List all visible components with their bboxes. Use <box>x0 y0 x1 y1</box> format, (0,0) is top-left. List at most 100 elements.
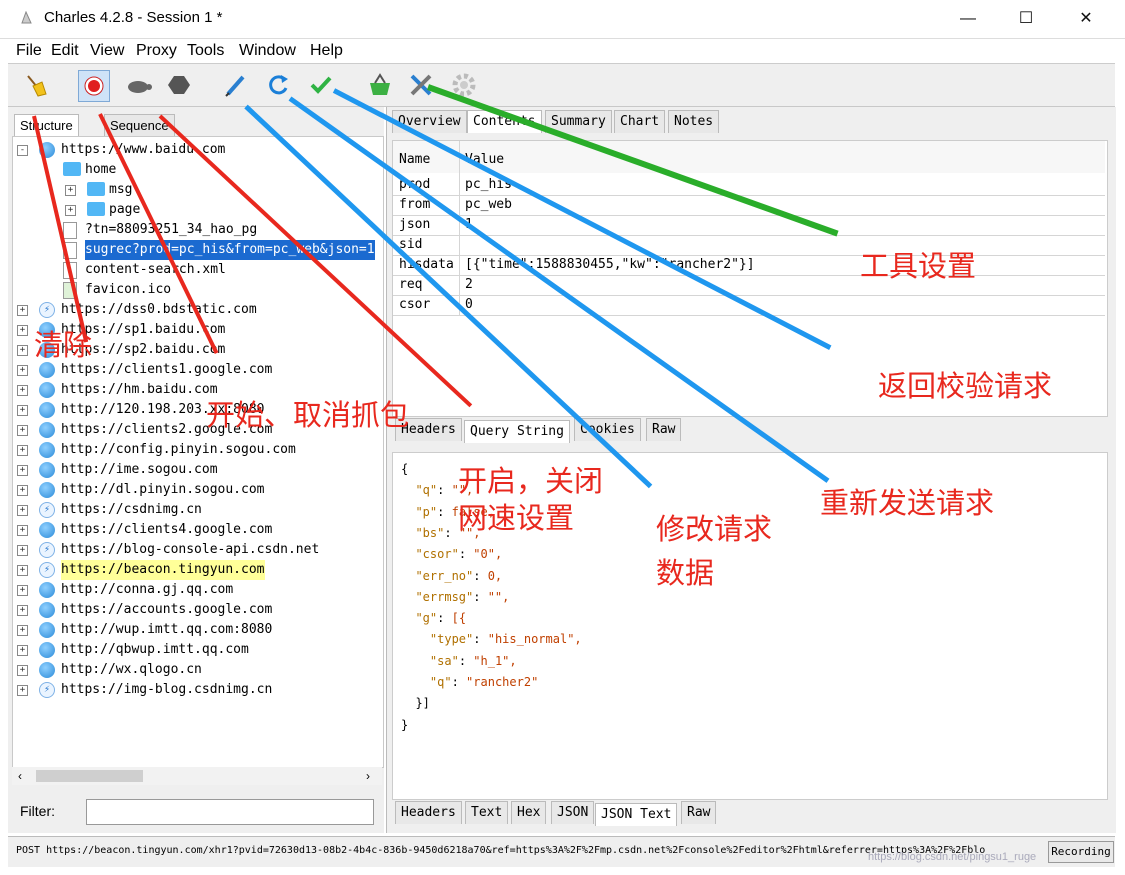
menu-view[interactable]: View <box>90 42 124 60</box>
expand-icon[interactable]: + <box>17 325 28 336</box>
expand-icon[interactable]: + <box>17 445 28 456</box>
globe-icon <box>39 642 55 658</box>
tab-chart[interactable]: Chart <box>614 110 666 133</box>
tree-row[interactable]: + ⚡ https://img-blog.csdnimg.cn <box>13 680 381 700</box>
tree-item-label: http://ime.sogou.com <box>61 462 218 477</box>
minimize-button[interactable]: — <box>945 0 991 38</box>
json-line: "type": "his_normal", <box>429 632 582 647</box>
expand-icon[interactable]: + <box>17 505 28 516</box>
annotation-clear: 清除 <box>34 330 93 362</box>
globe-icon <box>39 522 55 538</box>
filter-input[interactable] <box>86 799 374 825</box>
expand-icon[interactable]: + <box>17 685 28 696</box>
tab-json-text[interactable]: JSON Text <box>595 803 678 826</box>
expand-icon[interactable]: + <box>17 625 28 636</box>
tree-row[interactable]: + https://accounts.google.com <box>13 600 381 620</box>
tree-row[interactable]: + http://ime.sogou.com <box>13 460 381 480</box>
secure-host-icon: ⚡ <box>39 302 55 318</box>
scroll-left-icon[interactable]: ‹ <box>18 769 22 783</box>
expand-icon[interactable]: + <box>17 425 28 436</box>
toolbar <box>8 64 1115 107</box>
compose-pen-icon[interactable] <box>220 70 250 100</box>
tree-row[interactable]: + https://clients4.google.com <box>13 520 381 540</box>
menu-proxy[interactable]: Proxy <box>136 42 177 60</box>
tree-row[interactable]: + http://qbwup.imtt.qq.com <box>13 640 381 660</box>
broom-icon[interactable] <box>20 70 50 100</box>
tab-hex[interactable]: Hex <box>511 801 547 824</box>
expand-icon[interactable]: + <box>17 585 28 596</box>
collapse-icon[interactable]: - <box>17 145 28 156</box>
expand-icon[interactable]: + <box>17 345 28 356</box>
tree-row[interactable]: + http://dl.pinyin.sogou.com <box>13 480 381 500</box>
tree-item-label: https://clients1.google.com <box>61 362 273 377</box>
globe-icon <box>39 602 55 618</box>
expand-icon[interactable]: + <box>17 645 28 656</box>
expand-icon[interactable]: + <box>17 525 28 536</box>
tree-row[interactable]: + http://wup.imtt.qq.com:8080 <box>13 620 381 640</box>
expand-icon[interactable]: + <box>65 205 76 216</box>
expand-icon[interactable]: + <box>17 385 28 396</box>
tab-query-string[interactable]: Query String <box>464 420 570 443</box>
close-button[interactable]: ✕ <box>1063 0 1109 38</box>
expand-icon[interactable]: + <box>17 365 28 376</box>
annotation-edit-request: 修改请求 数据 <box>656 514 773 590</box>
menu-file[interactable]: File <box>16 42 42 60</box>
annotation-tools: 工具设置 <box>860 251 977 283</box>
tab-json[interactable]: JSON <box>551 801 595 824</box>
tree-row[interactable]: + http://wx.qlogo.cn <box>13 660 381 680</box>
tab-structure[interactable]: Structure <box>14 114 79 137</box>
tree-row[interactable]: + ⚡ https://blog-console-api.csdn.net <box>13 540 381 560</box>
expand-icon[interactable]: + <box>17 545 28 556</box>
expand-icon[interactable]: + <box>17 665 28 676</box>
tree-row[interactable]: + ⚡ https://beacon.tingyun.com <box>13 560 381 580</box>
menu-bar: File Edit View Proxy Tools Window Help <box>8 39 1115 64</box>
expand-icon[interactable]: + <box>17 485 28 496</box>
expand-icon[interactable]: + <box>17 565 28 576</box>
repeat-icon[interactable] <box>263 70 293 100</box>
secure-host-icon: ⚡ <box>39 562 55 578</box>
scroll-thumb[interactable] <box>36 770 143 782</box>
secure-host-icon: ⚡ <box>39 682 55 698</box>
tab-response-headers[interactable]: Headers <box>395 801 462 824</box>
menu-help[interactable]: Help <box>310 42 343 60</box>
json-line: "csor": "0", <box>415 547 503 562</box>
expand-icon[interactable]: + <box>17 605 28 616</box>
tree-item-label: http://config.pinyin.sogou.com <box>61 442 296 457</box>
maximize-button[interactable]: ☐ <box>1003 0 1049 38</box>
param-name: json <box>399 217 431 232</box>
json-line: "errmsg": "", <box>415 589 510 604</box>
menu-window[interactable]: Window <box>239 42 296 60</box>
tree-item-label: home <box>85 162 117 177</box>
breakpoint-icon[interactable] <box>164 70 194 100</box>
tree-row[interactable]: + http://conna.gj.qq.com <box>13 580 381 600</box>
menu-edit[interactable]: Edit <box>51 42 79 60</box>
tab-response-raw[interactable]: Raw <box>681 801 717 824</box>
validate-check-icon[interactable] <box>306 70 336 100</box>
expand-icon[interactable]: + <box>17 465 28 476</box>
expand-icon[interactable]: + <box>65 185 76 196</box>
param-name: req <box>399 277 423 292</box>
globe-icon <box>39 622 55 638</box>
tree-item-label: http://conna.gj.qq.com <box>61 582 234 597</box>
tree-row[interactable]: + http://config.pinyin.sogou.com <box>13 440 381 460</box>
tree-row[interactable]: + page <box>13 200 381 220</box>
basket-icon[interactable] <box>365 70 395 100</box>
record-icon[interactable] <box>78 70 110 102</box>
status-text: POST https://beacon.tingyun.com/xhr1?pvi… <box>16 845 986 856</box>
tree-row[interactable]: + ⚡ https://csdnimg.cn <box>13 500 381 520</box>
menu-tools[interactable]: Tools <box>187 42 224 60</box>
tree-row[interactable]: ?tn=88093251_34_hao_pg <box>13 220 381 240</box>
tab-request-raw[interactable]: Raw <box>646 418 682 441</box>
tab-text[interactable]: Text <box>465 801 509 824</box>
expand-icon[interactable]: + <box>17 405 28 416</box>
param-value: pc_web <box>465 197 512 212</box>
tree-horizontal-scrollbar[interactable]: ‹ › <box>12 767 382 785</box>
turtle-icon[interactable] <box>123 70 153 100</box>
tree-row[interactable]: home <box>13 160 381 180</box>
recording-button[interactable]: Recording <box>1048 841 1114 863</box>
tab-notes[interactable]: Notes <box>668 110 720 133</box>
expand-icon[interactable]: + <box>17 305 28 316</box>
scroll-right-icon[interactable]: › <box>366 769 370 783</box>
json-line: } <box>401 717 409 732</box>
tree-row[interactable]: favicon.ico <box>13 280 381 300</box>
